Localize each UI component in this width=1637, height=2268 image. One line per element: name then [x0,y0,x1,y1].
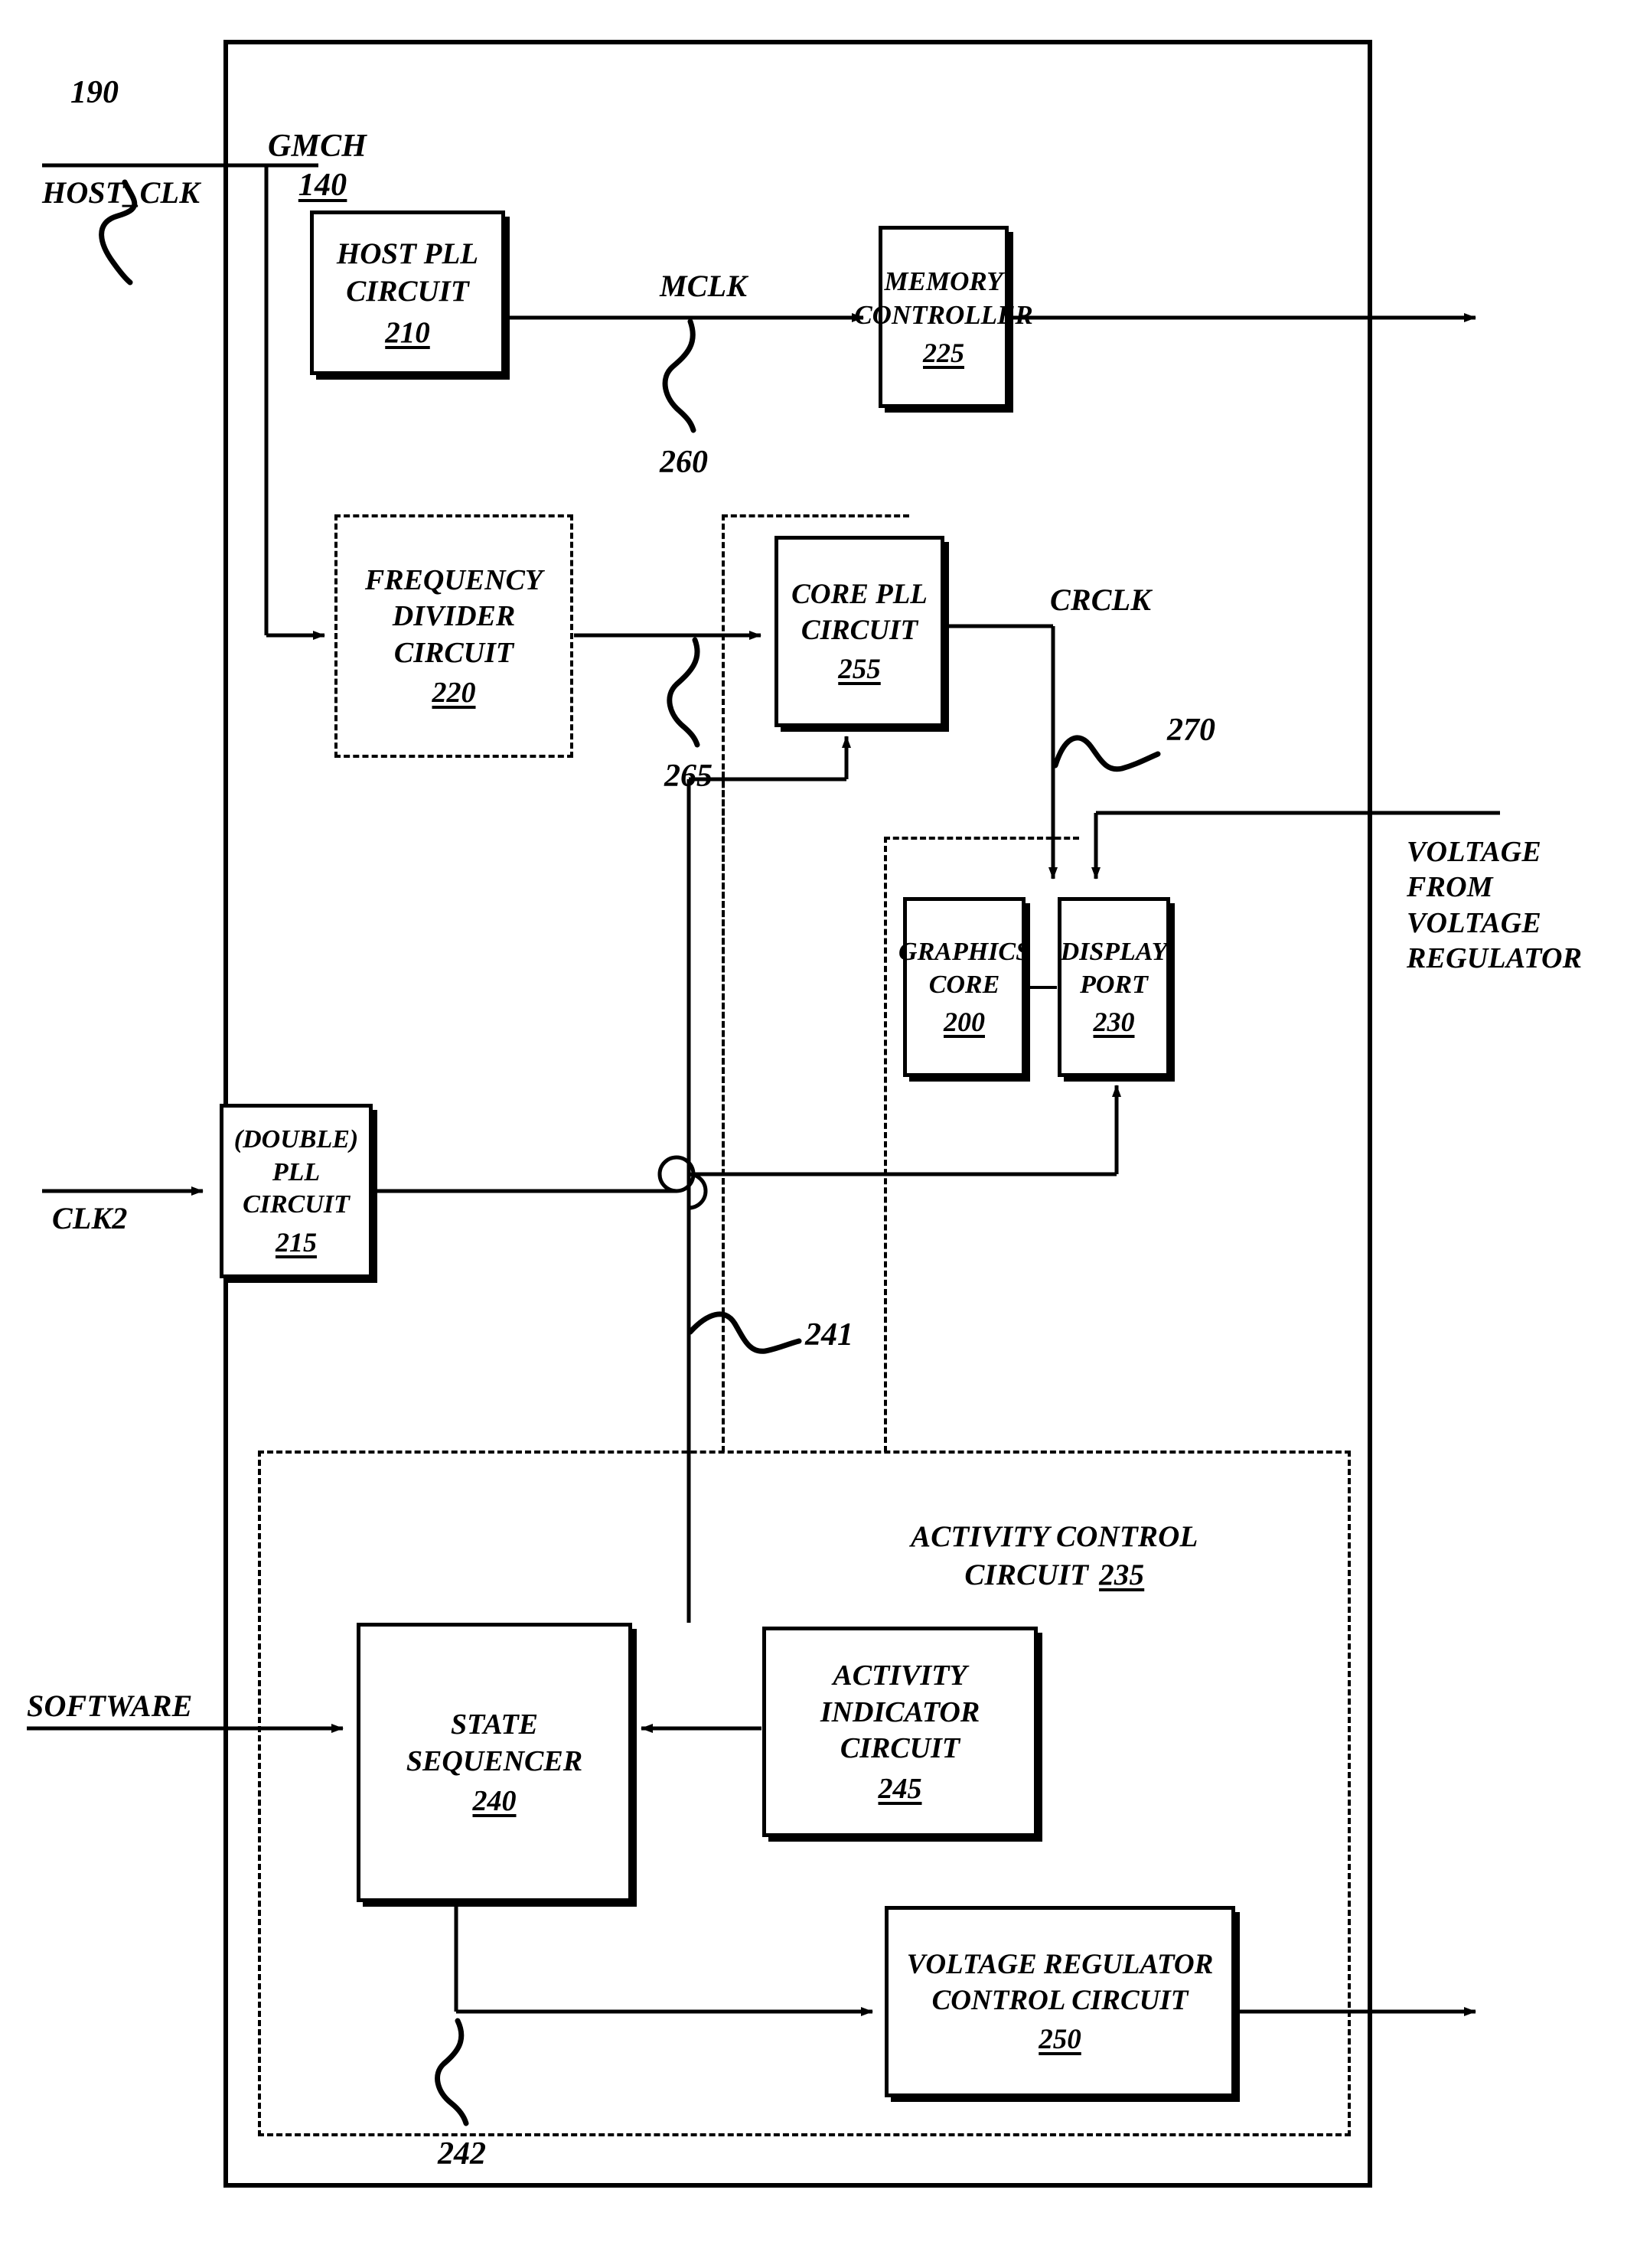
ref-265: 265 [664,759,713,794]
ref-270: 270 [1167,713,1215,748]
ref-190: 190 [70,75,119,110]
ref-241: 241 [805,1317,853,1353]
patent-figure: HOST PLL CIRCUIT 210 MEMORY CONTROLLER 2… [0,0,1637,2268]
ref-260: 260 [660,445,708,480]
leader-lines [99,179,1161,2126]
ref-242: 242 [438,2136,486,2172]
